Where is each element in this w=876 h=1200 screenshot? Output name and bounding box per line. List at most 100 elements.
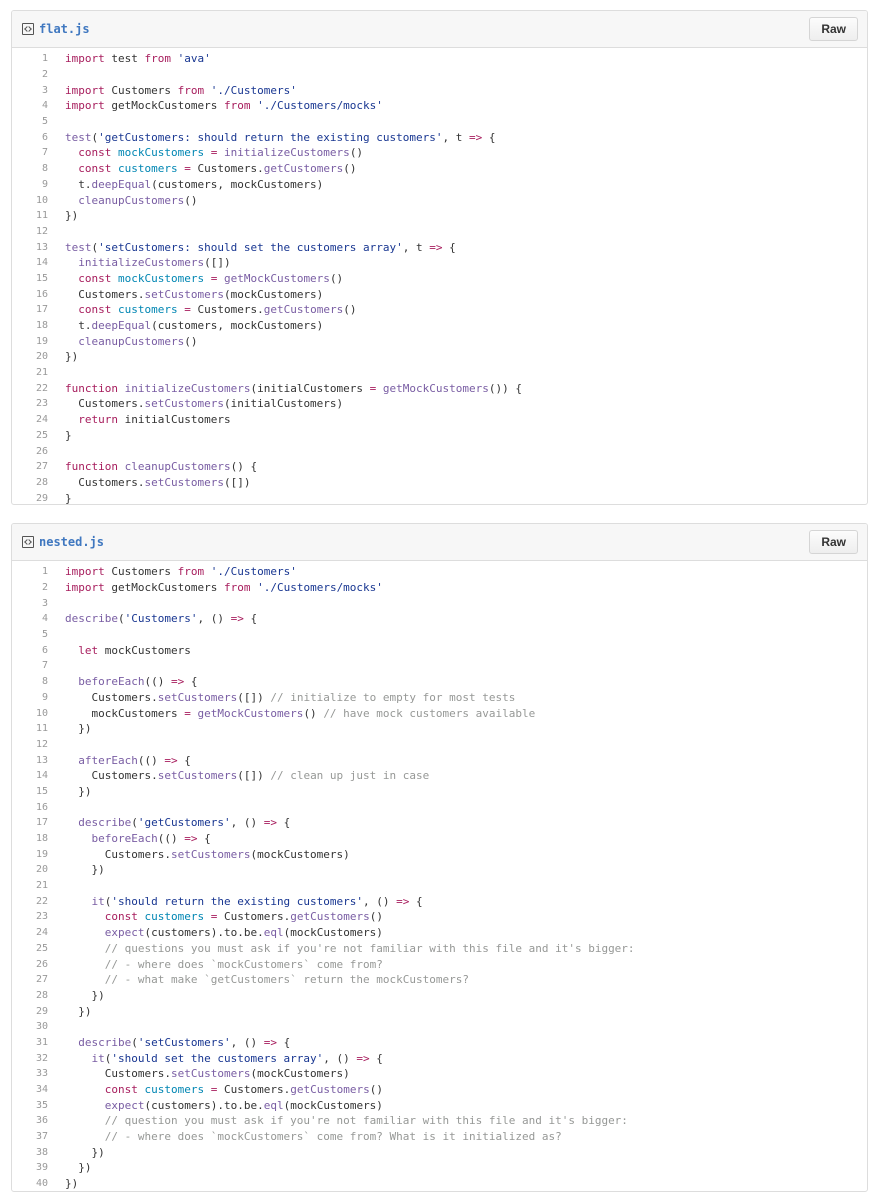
line-number[interactable]: 24 <box>12 927 58 938</box>
line-number[interactable]: 38 <box>12 1147 58 1158</box>
line-number[interactable]: 40 <box>12 1178 58 1189</box>
line-number[interactable]: 23 <box>12 911 58 922</box>
line-number[interactable]: 22 <box>12 383 58 394</box>
line-number[interactable]: 23 <box>12 398 58 409</box>
line-number[interactable]: 1 <box>12 53 58 64</box>
line-code: } <box>58 429 72 442</box>
line-number[interactable]: 15 <box>12 273 58 284</box>
line-number[interactable]: 29 <box>12 1006 58 1017</box>
line-code: }) <box>58 350 78 363</box>
line-number[interactable]: 20 <box>12 864 58 875</box>
line-number[interactable]: 4 <box>12 100 58 111</box>
line-number[interactable]: 27 <box>12 974 58 985</box>
line-number[interactable]: 8 <box>12 163 58 174</box>
line-number[interactable]: 31 <box>12 1037 58 1048</box>
code-token: }) <box>65 209 79 223</box>
line-number[interactable]: 37 <box>12 1131 58 1142</box>
code-token: const <box>78 146 112 160</box>
line-code: }) <box>58 209 78 222</box>
line-number[interactable]: 16 <box>12 802 58 813</box>
line-number[interactable]: 11 <box>12 723 58 734</box>
line-number[interactable]: 39 <box>12 1162 58 1173</box>
line-number[interactable]: 6 <box>12 645 58 656</box>
line-number[interactable]: 7 <box>12 660 58 671</box>
code-token: { <box>409 894 423 908</box>
code-line: 24 expect(customers).to.be.eql(mockCusto… <box>12 925 867 941</box>
line-number[interactable]: 33 <box>12 1068 58 1079</box>
line-number[interactable]: 24 <box>12 414 58 425</box>
line-number[interactable]: 29 <box>12 493 58 504</box>
line-number[interactable]: 6 <box>12 132 58 143</box>
code-token: Customers. <box>190 303 264 317</box>
line-number[interactable]: 36 <box>12 1115 58 1126</box>
line-number[interactable]: 25 <box>12 943 58 954</box>
line-number[interactable]: 9 <box>12 179 58 190</box>
line-number[interactable]: 27 <box>12 461 58 472</box>
line-number[interactable]: 3 <box>12 598 58 609</box>
line-number[interactable]: 3 <box>12 85 58 96</box>
line-code: Customers.setCustomers([]) // clean up j… <box>58 769 429 782</box>
line-number[interactable]: 26 <box>12 446 58 457</box>
code-file-icon <box>22 23 34 35</box>
line-number[interactable]: 21 <box>12 880 58 891</box>
line-number[interactable]: 14 <box>12 770 58 781</box>
line-number[interactable]: 28 <box>12 477 58 488</box>
code-line: 32 it('should set the customers array', … <box>12 1050 867 1066</box>
line-number[interactable]: 28 <box>12 990 58 1001</box>
line-number[interactable]: 7 <box>12 147 58 158</box>
code-line: 26 // - where does `mockCustomers` come … <box>12 956 867 972</box>
line-number[interactable]: 13 <box>12 755 58 766</box>
line-number[interactable]: 35 <box>12 1100 58 1111</box>
line-number[interactable]: 15 <box>12 786 58 797</box>
line-number[interactable]: 25 <box>12 430 58 441</box>
line-number[interactable]: 18 <box>12 833 58 844</box>
code-token: // - what make `getCustomers` return the… <box>104 973 469 987</box>
line-number[interactable]: 13 <box>12 242 58 253</box>
file-name-link[interactable]: nested.js <box>39 535 104 549</box>
line-number[interactable]: 14 <box>12 257 58 268</box>
line-number[interactable]: 1 <box>12 566 58 577</box>
code-token: , () <box>230 816 264 830</box>
line-number[interactable]: 11 <box>12 210 58 221</box>
line-number[interactable]: 5 <box>12 116 58 127</box>
line-code: mockCustomers = getMockCustomers() // ha… <box>58 707 535 720</box>
line-number[interactable]: 21 <box>12 367 58 378</box>
file-name-link[interactable]: flat.js <box>39 22 90 36</box>
line-number[interactable]: 4 <box>12 613 58 624</box>
code-token: 'should return the existing customers' <box>111 894 364 908</box>
line-number[interactable]: 17 <box>12 304 58 315</box>
line-number[interactable]: 12 <box>12 739 58 750</box>
line-number[interactable]: 5 <box>12 629 58 640</box>
line-number[interactable]: 17 <box>12 817 58 828</box>
raw-button[interactable]: Raw <box>809 17 858 41</box>
line-number[interactable]: 8 <box>12 676 58 687</box>
line-number[interactable]: 34 <box>12 1084 58 1095</box>
line-number[interactable]: 22 <box>12 896 58 907</box>
raw-button[interactable]: Raw <box>809 530 858 554</box>
line-number[interactable]: 10 <box>12 708 58 719</box>
line-number[interactable]: 30 <box>12 1021 58 1032</box>
code-line: 25 // questions you must ask if you're n… <box>12 941 867 957</box>
line-number[interactable]: 32 <box>12 1053 58 1064</box>
line-number[interactable]: 12 <box>12 226 58 237</box>
code-token: from <box>177 83 205 97</box>
line-number[interactable]: 20 <box>12 351 58 362</box>
line-number[interactable]: 16 <box>12 289 58 300</box>
line-number[interactable]: 18 <box>12 320 58 331</box>
code-token: (() <box>157 832 185 846</box>
line-number[interactable]: 19 <box>12 336 58 347</box>
line-number[interactable]: 19 <box>12 849 58 860</box>
code-line: 1 import Customers from './Customers' <box>12 564 867 580</box>
line-number[interactable]: 26 <box>12 959 58 970</box>
line-number[interactable]: 2 <box>12 69 58 80</box>
line-number[interactable]: 10 <box>12 195 58 206</box>
line-number[interactable]: 9 <box>12 692 58 703</box>
code-token: const <box>104 1083 138 1097</box>
code-token: () <box>184 193 198 207</box>
code-token: }) <box>65 988 105 1002</box>
line-number[interactable]: 2 <box>12 582 58 593</box>
line-code: it('should set the customers array', () … <box>58 1052 383 1065</box>
